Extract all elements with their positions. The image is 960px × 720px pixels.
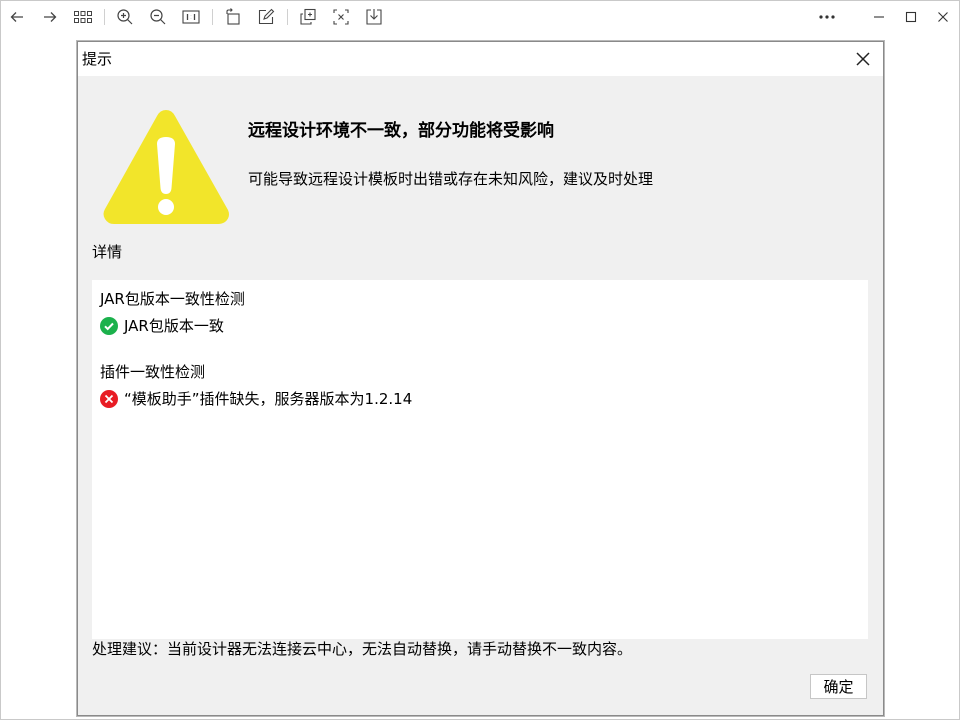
zoom-in-icon[interactable] [112,5,138,29]
details-label: 详情 [92,243,123,261]
zoom-out-icon[interactable] [145,5,171,29]
warning-icon [100,106,232,230]
dialog-title: 提示 [82,50,113,68]
back-icon[interactable] [4,5,30,29]
image-viewer-window: 提示 远程设计环境不一致，部分功能将受影响 可能导致远程设计模板时出错或存在未知… [0,0,960,720]
toolbar [1,1,959,35]
maximize-icon[interactable] [898,5,924,29]
dialog-titlebar: 提示 [78,42,883,76]
dialog-subline: 可能导致远程设计模板时出错或存在未知风险，建议及时处理 [248,170,654,188]
rotate-icon[interactable] [220,5,246,29]
crop-icon[interactable] [328,5,354,29]
check-result-text: JAR包版本一致 [124,317,224,335]
close-icon[interactable] [930,5,956,29]
edit-icon[interactable] [253,5,279,29]
dialog-headline: 远程设计环境不一致，部分功能将受影响 [248,121,554,141]
forward-icon[interactable] [37,5,63,29]
check-fail-icon [100,390,118,408]
check-result-jar: JAR包版本一致 [100,315,224,337]
check-result-plugin: “模板助手”插件缺失，服务器版本为1.2.14 [100,388,412,410]
download-icon[interactable] [361,5,387,29]
minimize-icon[interactable] [866,5,892,29]
copy-icon[interactable] [295,5,321,29]
dialog-close-icon[interactable] [851,48,875,70]
check-pass-icon [100,317,118,335]
image-viewport: 提示 远程设计环境不一致，部分功能将受影响 可能导致远程设计模板时出错或存在未知… [1,35,959,719]
check-title-jar: JAR包版本一致性检测 [100,290,245,308]
details-panel: JAR包版本一致性检测 JAR包版本一致 插件一致性检测 “模板助手”插件缺失，… [92,280,868,639]
advice-text: 处理建议：当前设计器无法连接云中心，无法自动替换，请手动替换不一致内容。 [92,640,633,658]
warning-dialog: 提示 远程设计环境不一致，部分功能将受影响 可能导致远程设计模板时出错或存在未知… [77,41,884,716]
ok-button[interactable]: 确定 [810,674,867,699]
grid-icon[interactable] [70,5,96,29]
actual-size-icon[interactable] [178,5,204,29]
check-title-plugin: 插件一致性检测 [100,363,206,381]
more-icon[interactable] [814,5,840,29]
check-result-text: “模板助手”插件缺失，服务器版本为1.2.14 [124,390,413,408]
